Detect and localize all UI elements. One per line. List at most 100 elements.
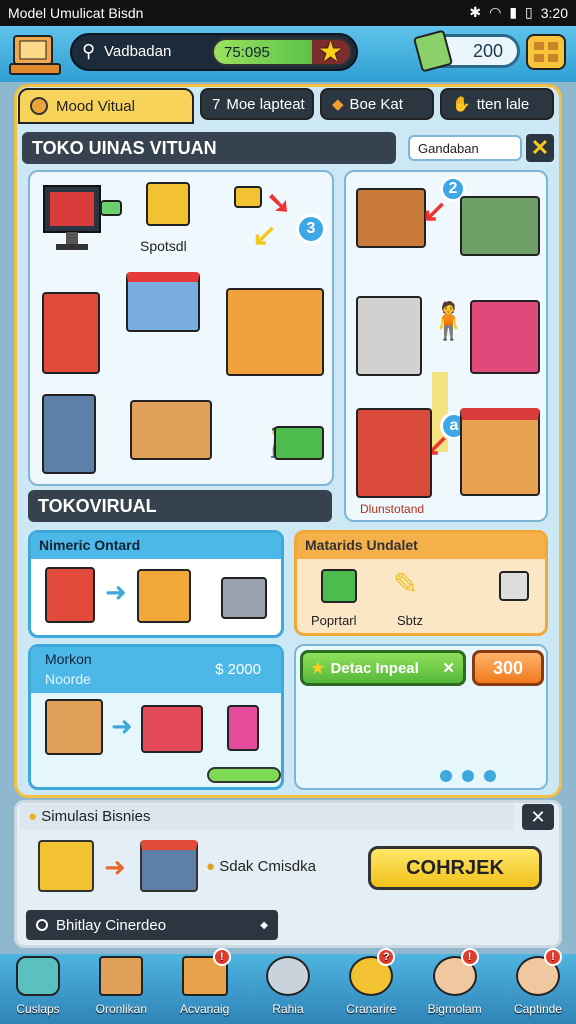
stall-item[interactable] [126, 272, 200, 332]
bookshelf-item[interactable] [42, 292, 100, 374]
battery-icon: ▯ [525, 4, 533, 20]
pointer-icon: ✋ [452, 96, 471, 113]
coin-box[interactable]: 200 [412, 29, 520, 73]
value-button[interactable]: 300 [472, 650, 544, 686]
kiosk-item[interactable] [226, 288, 324, 376]
shopkeeper-icon: 🧍 [426, 300, 471, 341]
nav-label: Rahia [272, 1002, 304, 1016]
arrow-right-icon: ➜ [105, 577, 127, 607]
arrow-yellow-icon: ↙ [252, 219, 278, 252]
nav-captinde[interactable]: ! Captinde [506, 946, 570, 1016]
card-header: Nimeric Ontard [31, 533, 281, 559]
crate-icon [137, 569, 191, 623]
info-badge-icon: 3 [296, 214, 326, 244]
box-item[interactable] [146, 182, 190, 226]
button-label: Detac Inpeal [330, 659, 419, 677]
item-label: Spotsdl [140, 238, 187, 254]
close-icon: ✕ [442, 660, 455, 677]
shelf-unit-item[interactable] [356, 188, 426, 248]
arrow-red-icon: ↙ [422, 195, 448, 228]
simulation-close-button[interactable]: ✕ [522, 804, 554, 830]
confirm-button[interactable]: COHRJEK [368, 846, 542, 890]
shelf-icon [45, 567, 95, 623]
workbench-item[interactable] [356, 296, 422, 376]
tab-label: Mood Vitual [56, 97, 135, 115]
wrench-icon [265, 956, 310, 996]
nav-label: Cranarire [346, 1002, 397, 1016]
wifi-icon: ◠ [489, 4, 502, 20]
cabinet-item[interactable] [42, 394, 96, 474]
nav-oronlikan[interactable]: Oronlikan [89, 946, 153, 1016]
nav-cranarire[interactable]: ? Cranarire [339, 946, 403, 1016]
filter-input[interactable]: Gandaban [408, 135, 522, 161]
vacuum-icon [16, 956, 60, 996]
arrow-right-icon: ➜ [104, 852, 126, 882]
coin-icon: ● [206, 858, 216, 875]
tab-prefix: 7 [212, 95, 221, 113]
store-title-bar: TOKO UINAS VITUAN [22, 132, 396, 164]
star-icon: ★ [311, 660, 325, 677]
card-morkon[interactable]: Morkon Noorde $ 2000 ➜ [28, 644, 284, 790]
vending-item[interactable] [470, 300, 540, 374]
signal-icon: ▮ [509, 4, 518, 20]
sim-box-icon [38, 840, 94, 892]
bluetooth-icon: ✱ [469, 4, 482, 20]
chevron-down-icon: ◆ [260, 919, 268, 931]
arrow-red-icon: ➘ [266, 187, 292, 220]
food-stand-item[interactable] [460, 408, 540, 496]
nav-label: Oronlikan [95, 1002, 147, 1016]
detac-inpeal-button[interactable]: ★ Detac Inpeal ✕ [300, 650, 466, 686]
nav-rahia[interactable]: Rahia [256, 946, 320, 1016]
pencil-icon: ✎ [393, 568, 419, 601]
close-button[interactable]: ✕ [526, 134, 554, 162]
tab-coin-icon [30, 97, 48, 115]
nav-label: Captinde [513, 1002, 562, 1016]
right-grid-caption: Dlunstotand [360, 502, 425, 516]
tab-mood-vitual[interactable]: Mood Vitual [18, 88, 194, 124]
stand-icon [45, 699, 103, 755]
status-time: 3:20 [540, 4, 568, 21]
search-input[interactable]: Vadbadan [104, 43, 171, 60]
item-label-1: Sbtz [397, 613, 424, 628]
notification-badge: ? [377, 948, 396, 966]
card-matarids-undalet[interactable]: Matarids Undalet Poprtarl ✎ Sbtz [294, 530, 548, 636]
card-header: Matarids Undalet [297, 533, 545, 559]
sim-register-icon [140, 840, 198, 892]
card-title: Nimeric Ontard [39, 537, 141, 553]
sofa-item[interactable] [274, 426, 324, 460]
sim-label-text: Sdak Cmisdka [219, 858, 316, 875]
filter-value: Gandaban [418, 141, 479, 156]
page-dot[interactable] [440, 770, 452, 782]
store-title: TOKO UINAS VITUAN [32, 138, 217, 158]
nav-cuslaps[interactable]: Cuslaps [6, 946, 70, 1016]
card-chip-icon [100, 200, 122, 216]
tab-label: tten lale [476, 95, 530, 113]
truck-icon [141, 705, 203, 753]
notification-badge: ! [460, 948, 479, 966]
page-dot[interactable] [484, 770, 496, 782]
tab-boe-kat[interactable]: ◆ Boe Kat [320, 88, 434, 120]
notification-badge: ! [543, 948, 562, 966]
cart-item[interactable] [130, 400, 212, 460]
search-icon: ⚲ [82, 41, 96, 61]
nav-label: Acvanaig [179, 1002, 230, 1016]
sun-icon: ● [28, 808, 38, 825]
computer-menu-icon[interactable] [8, 30, 64, 78]
counter-item[interactable] [356, 408, 432, 498]
hand-truck-icon [227, 705, 259, 751]
nav-label: Cuslaps [16, 1002, 60, 1016]
nav-bigrnolam[interactable]: ! Bigrnolam [423, 946, 487, 1016]
sim-label: ● Sdak Cmisdka [206, 858, 316, 875]
scenario-select[interactable]: Bhitlay Cinerdeo ◆ [26, 910, 278, 940]
tab-moe-lapteat[interactable]: 7 Moe lapteat [200, 88, 314, 120]
notification-badge: ! [212, 948, 231, 966]
simulation-title: Simulasi Bisnies [41, 808, 151, 825]
nav-acvanaig[interactable]: ! Acvanaig [173, 946, 237, 1016]
card-nimeric-ontard[interactable]: Nimeric Ontard ➜ [28, 530, 284, 638]
tab-tten-lale[interactable]: ✋ tten lale [440, 88, 554, 120]
monitor-item[interactable] [42, 182, 102, 256]
grid-menu-button[interactable] [526, 34, 566, 70]
gift-icon[interactable] [234, 186, 262, 208]
page-dot[interactable] [462, 770, 474, 782]
desk-item[interactable] [460, 196, 540, 256]
